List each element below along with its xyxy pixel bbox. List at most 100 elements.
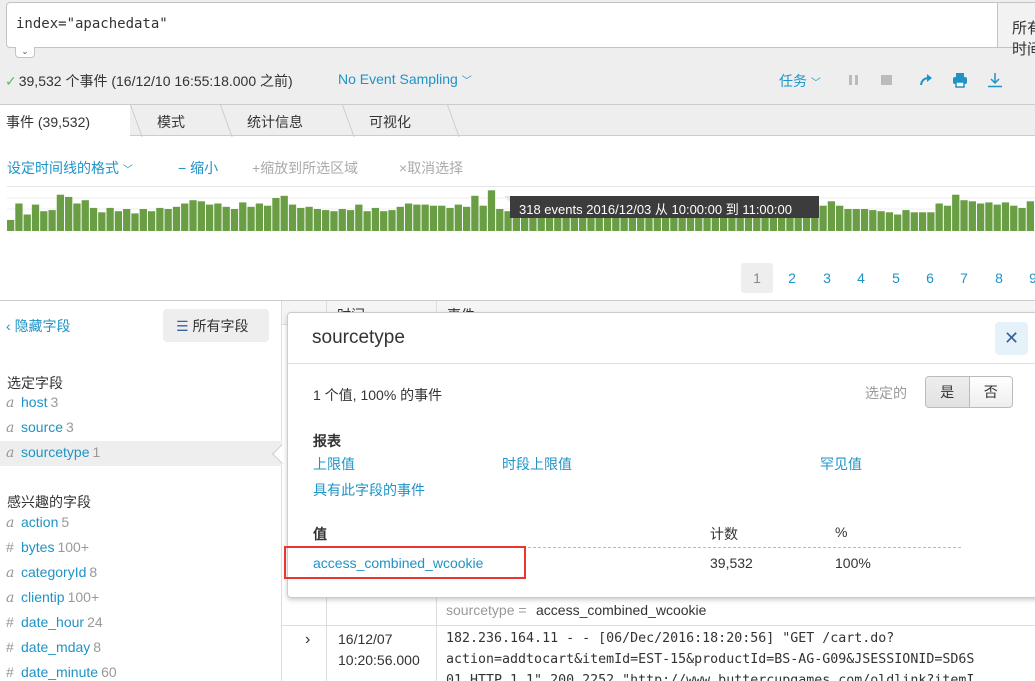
field-host[interactable]: a host 3: [0, 391, 282, 416]
report-top-values[interactable]: 上限值: [313, 454, 355, 474]
timeline-bar[interactable]: [7, 220, 15, 231]
timeline-bar[interactable]: [918, 212, 927, 231]
deselect-button[interactable]: ×取消选择: [399, 158, 463, 178]
field-date-hour[interactable]: # date_hour 24: [0, 611, 282, 636]
share-icon[interactable]: [918, 72, 934, 88]
timeline-bar[interactable]: [346, 210, 355, 231]
timeline-bar[interactable]: [172, 206, 181, 231]
timeline-bar[interactable]: [330, 211, 338, 231]
timeline-bar[interactable]: [1010, 205, 1018, 231]
field-categoryId[interactable]: a categoryId 8: [0, 561, 282, 586]
timeline-bar[interactable]: [380, 211, 388, 231]
timeline-bar[interactable]: [869, 210, 877, 231]
timeline-bar[interactable]: [264, 205, 272, 231]
page-5-button[interactable]: 5: [880, 263, 912, 293]
selected-yes-button[interactable]: 是: [926, 377, 970, 407]
timeline-bar[interactable]: [429, 205, 438, 231]
timeline-bar[interactable]: [181, 203, 189, 232]
timeline-bar[interactable]: [446, 207, 454, 231]
field-action[interactable]: a action 5: [0, 511, 282, 536]
timeline-bar[interactable]: [205, 204, 214, 231]
timeline-bar[interactable]: [1001, 202, 1010, 231]
timeline-bar[interactable]: [230, 209, 239, 231]
timeline-bar[interactable]: [214, 203, 222, 232]
timeline-bar[interactable]: [902, 210, 910, 231]
timeline-bar[interactable]: [222, 206, 230, 231]
timeline-bar[interactable]: [404, 203, 413, 232]
timeline-bar[interactable]: [313, 209, 322, 231]
tab-statistics[interactable]: 统计信息: [247, 105, 303, 137]
field-value[interactable]: access_combined_wcookie: [536, 602, 706, 618]
field-sourcetype[interactable]: a sourcetype 1: [0, 441, 282, 466]
expand-row-icon[interactable]: ›: [305, 631, 310, 649]
timeline-bar[interactable]: [836, 205, 844, 231]
timeline-bar[interactable]: [454, 204, 462, 231]
timeline-bar[interactable]: [31, 204, 40, 231]
timeline-bar[interactable]: [421, 204, 429, 231]
timeline-bar[interactable]: [297, 207, 305, 231]
page-3-button[interactable]: 3: [811, 263, 843, 293]
timeline-bar[interactable]: [255, 203, 263, 232]
page-4-button[interactable]: 4: [845, 263, 877, 293]
page-6-button[interactable]: 6: [914, 263, 946, 293]
timeline-bar[interactable]: [56, 194, 65, 231]
timeline-bar[interactable]: [189, 200, 197, 231]
timeline-bar[interactable]: [23, 214, 31, 232]
timeline-bar[interactable]: [935, 203, 943, 232]
job-menu[interactable]: 任务 ﹀: [779, 71, 821, 91]
zoom-out-button[interactable]: − 缩小: [178, 158, 218, 178]
search-input[interactable]: index="apachedata": [6, 2, 998, 48]
timeline-bar[interactable]: [131, 213, 139, 231]
close-button[interactable]: ✕: [995, 322, 1028, 355]
page-1-button[interactable]: 1: [741, 263, 773, 293]
selected-no-button[interactable]: 否: [970, 377, 1013, 407]
field-clientip[interactable]: a clientip 100+: [0, 586, 282, 611]
report-rare-values[interactable]: 罕见值: [820, 454, 862, 474]
timeline-bar[interactable]: [827, 201, 836, 231]
timeline-bar[interactable]: [355, 204, 363, 231]
timeline-bar[interactable]: [396, 206, 404, 231]
timeline-bar[interactable]: [976, 203, 985, 232]
print-icon[interactable]: [952, 72, 968, 88]
timeline-bar[interactable]: [239, 202, 247, 231]
timeline-bar[interactable]: [819, 205, 827, 231]
field-source[interactable]: a source 3: [0, 416, 282, 441]
timeline-bar[interactable]: [877, 211, 885, 231]
timeline-bar[interactable]: [885, 212, 894, 231]
page-2-button[interactable]: 2: [776, 263, 808, 293]
timeline-bar[interactable]: [968, 201, 976, 231]
timeline-bar[interactable]: [106, 207, 114, 231]
timeline-bar[interactable]: [114, 211, 123, 231]
timeline-bar[interactable]: [40, 211, 48, 231]
timeline-bar[interactable]: [1026, 201, 1034, 231]
timeline-bar[interactable]: [98, 212, 106, 231]
search-expand-toggle[interactable]: ⌄: [15, 47, 35, 58]
timeline-bar[interactable]: [272, 198, 280, 231]
tab-visualization[interactable]: 可视化: [369, 105, 411, 137]
tab-patterns[interactable]: 模式: [157, 105, 185, 137]
timeline-bar[interactable]: [15, 203, 23, 232]
timeline-bar[interactable]: [927, 212, 935, 231]
field-date-mday[interactable]: # date_mday 8: [0, 636, 282, 661]
timeline-bar[interactable]: [943, 205, 952, 231]
timeline-bar[interactable]: [73, 203, 81, 232]
timeline-bar[interactable]: [960, 200, 968, 231]
timeline-bar[interactable]: [81, 200, 89, 231]
timeline-bar[interactable]: [363, 211, 371, 231]
format-timeline-dropdown[interactable]: 设定时间线的格式 ﹀: [7, 158, 133, 178]
timeline-bar[interactable]: [388, 210, 396, 231]
timeline-bar[interactable]: [322, 210, 330, 231]
timeline-bar[interactable]: [487, 190, 496, 231]
timeline-bar[interactable]: [288, 204, 297, 231]
timeline-bar[interactable]: [164, 209, 172, 231]
event-sampling-dropdown[interactable]: No Event Sampling ﹀: [338, 71, 472, 87]
page-9-button[interactable]: 9: [1017, 263, 1035, 293]
timeline-bar[interactable]: [438, 205, 446, 231]
timeline-bar[interactable]: [413, 204, 421, 231]
timeline-bar[interactable]: [123, 209, 131, 231]
zoom-to-selection-button[interactable]: +缩放到所选区域: [252, 158, 358, 178]
timeline-bar[interactable]: [65, 196, 73, 231]
timeline-bar[interactable]: [156, 207, 164, 231]
field-bytes[interactable]: # bytes 100+: [0, 536, 282, 561]
timeline-bar[interactable]: [89, 207, 98, 231]
